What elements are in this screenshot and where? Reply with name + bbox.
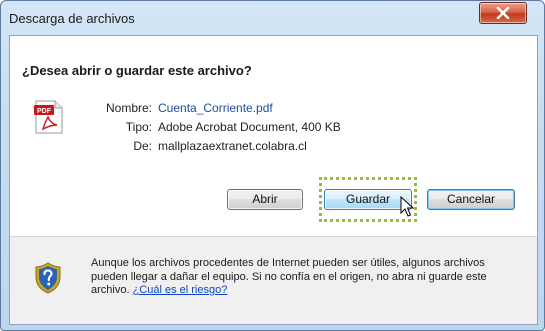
file-download-dialog: Descarga de archivos ¿Desea abrir o guar… [0,0,545,331]
security-warning-panel: Aunque los archivos procedentes de Inter… [10,237,537,324]
from-label: De: [133,139,152,153]
file-name-value: Cuenta_Corriente.pdf [158,101,273,115]
window-title: Descarga de archivos [9,11,135,26]
file-type-value: Adobe Acrobat Document, 400 KB [158,120,341,134]
dialog-body: ¿Desea abrir o guardar este archivo? PDF… [9,35,538,325]
close-button[interactable] [479,2,527,24]
save-button[interactable]: Guardar [324,189,412,210]
type-label: Tipo: [125,120,152,134]
dialog-question: ¿Desea abrir o guardar este archivo? [22,63,252,78]
security-warning-text: Aunque los archivos procedentes de Inter… [91,257,521,298]
cancel-button[interactable]: Cancelar [427,189,515,210]
title-bar[interactable]: Descarga de archivos [1,1,544,35]
risk-help-link[interactable]: ¿Cuál es el riesgo? [133,284,228,296]
close-icon [496,7,510,19]
shield-question-icon [35,262,61,294]
open-button[interactable]: Abrir [227,189,303,210]
pdf-badge-text: PDF [37,108,52,115]
name-label: Nombre: [105,101,152,115]
mouse-pointer-icon [400,196,414,217]
pdf-file-icon: PDF [34,100,63,134]
file-source-value: mallplazaextranet.colabra.cl [158,139,307,153]
